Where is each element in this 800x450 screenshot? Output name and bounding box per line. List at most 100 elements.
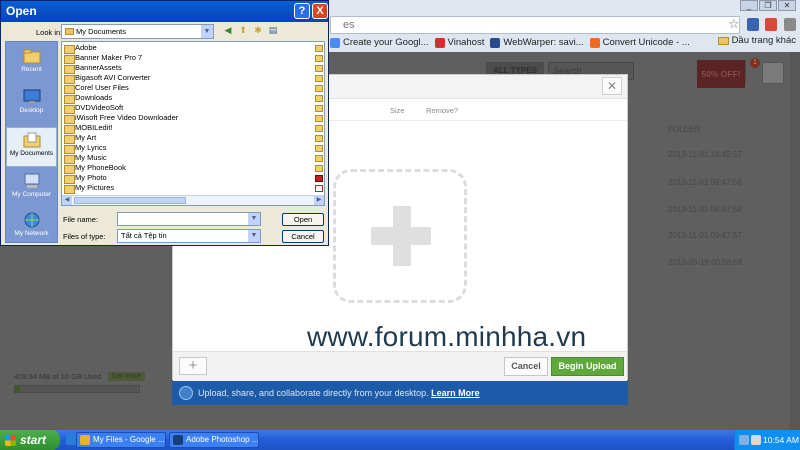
dialog-close-button[interactable]: X <box>312 3 328 19</box>
network-tray-icon[interactable] <box>739 435 749 445</box>
date-cell: 2013-11-01 09:47:57 <box>668 231 742 240</box>
bookmark-item[interactable]: Create your Googl... <box>330 37 429 48</box>
folder-icon <box>315 95 323 102</box>
begin-upload-button[interactable]: Begin Upload <box>551 357 624 376</box>
avatar[interactable] <box>762 62 784 84</box>
scroll-left-icon[interactable]: ◀ <box>62 196 72 205</box>
list-item[interactable]: Bigasoft AVI Converter <box>64 73 150 84</box>
dialog-titlebar[interactable]: Open ? X <box>1 1 328 22</box>
learn-more-link[interactable]: Learn More <box>431 388 480 398</box>
windows-logo-icon <box>5 435 16 446</box>
list-item[interactable]: BannerAssets <box>64 63 122 74</box>
upload-dropzone[interactable] <box>333 169 467 303</box>
documents-folder-icon <box>23 132 40 148</box>
add-files-button[interactable]: + <box>179 357 207 375</box>
menu-icon[interactable] <box>784 18 796 31</box>
quota-text: 409.94 MB of 10 GB Used <box>14 372 102 381</box>
file-type-value: Tất cả Tệp tin <box>121 231 167 240</box>
folder-icon <box>315 55 323 62</box>
list-item[interactable]: iWisoft Free Video Downloader <box>64 113 178 124</box>
list-item[interactable]: MOBILedit! <box>64 123 113 134</box>
open-file-dialog: Open ? X Look in: My Documents ▼ ◀ ⬆ ✱ ▤… <box>0 0 329 246</box>
file-name-field[interactable]: ▼ <box>117 212 261 226</box>
quota-progress-bar <box>14 385 140 393</box>
upgrade-button[interactable]: Get more <box>107 372 145 381</box>
bookmark-item[interactable]: Convert Unicode - ... <box>589 37 690 48</box>
desktop-app-promo: Upload, share, and collaborate directly … <box>172 381 628 405</box>
close-icon[interactable]: ✕ <box>778 0 796 11</box>
task-button-browser[interactable]: My Files - Google ... <box>76 432 166 448</box>
promo-text: Upload, share, and collaborate directly … <box>198 388 432 398</box>
list-item[interactable]: My Photo <box>64 173 107 184</box>
bookmark-icon <box>330 37 340 48</box>
up-folder-icon[interactable]: ⬆ <box>237 25 249 37</box>
extension-icon[interactable] <box>765 18 777 31</box>
look-in-value: My Documents <box>76 27 127 36</box>
cancel-button[interactable]: Cancel <box>504 357 548 376</box>
restore-icon[interactable]: ❐ <box>759 0 777 11</box>
chevron-down-icon[interactable]: ▼ <box>248 213 260 225</box>
other-bookmarks-folder[interactable]: Dầu trang khác <box>717 35 796 46</box>
place-my-documents[interactable]: My Documents <box>6 127 57 167</box>
place-desktop[interactable]: Desktop <box>6 85 57 125</box>
place-my-computer[interactable]: My Computer <box>6 169 57 209</box>
back-icon[interactable]: ◀ <box>222 25 234 37</box>
start-button[interactable]: start <box>0 430 60 450</box>
place-my-network[interactable]: My Network <box>6 208 57 248</box>
list-item[interactable]: My Lyrics <box>64 143 106 154</box>
list-item[interactable]: My Pictures <box>64 183 114 194</box>
list-item[interactable]: My Art <box>64 133 96 144</box>
list-item[interactable]: My Music <box>64 153 107 164</box>
folder-icon <box>315 85 323 92</box>
date-cell: 2013-11-01 14:45:57 <box>668 150 742 159</box>
place-recent[interactable]: Recent <box>6 44 57 84</box>
bookmark-item[interactable]: Vinahost <box>434 37 484 48</box>
modal-close-button[interactable]: ✕ <box>602 77 622 95</box>
scroll-right-icon[interactable]: ▶ <box>314 196 324 205</box>
chevron-down-icon: ▼ <box>248 230 260 242</box>
clock[interactable]: 10:54 AM <box>763 435 799 445</box>
horizontal-scrollbar[interactable]: ◀ ▶ <box>62 195 324 205</box>
extension-icon[interactable] <box>747 18 759 31</box>
file-icon <box>315 175 323 182</box>
task-button-photoshop[interactable]: Adobe Photoshop ... <box>169 432 259 448</box>
help-button[interactable]: ? <box>294 3 310 19</box>
photoshop-icon <box>173 435 183 445</box>
folder-icon <box>315 135 323 142</box>
file-icon <box>315 185 323 192</box>
bookmark-item[interactable]: WebWarper: savi... <box>490 37 584 48</box>
volume-tray-icon[interactable] <box>751 435 761 445</box>
folder-icon <box>315 75 323 82</box>
offer-button[interactable]: 50% OFF! <box>697 60 745 88</box>
list-item[interactable]: Corel User Files <box>64 83 129 94</box>
page-scrollbar[interactable] <box>790 52 800 430</box>
file-name-label: File name: <box>63 215 99 224</box>
folder-icon <box>717 36 729 45</box>
bookmark-star-icon[interactable]: ☆ <box>728 17 740 32</box>
date-cell: 2013-11-01 09:47:58 <box>668 178 742 187</box>
list-item[interactable]: My PhoneBook <box>64 163 126 174</box>
dialog-cancel-button[interactable]: Cancel <box>282 230 324 243</box>
places-bar: Recent Desktop My Documents My Computer … <box>5 41 58 243</box>
open-button[interactable]: Open <box>282 213 324 226</box>
cloud-icon <box>179 386 193 400</box>
file-list[interactable]: Adobe Banner Maker Pro 7 BannerAssets Bi… <box>61 41 325 206</box>
network-icon <box>24 212 39 228</box>
list-item[interactable]: Adobe <box>64 43 97 54</box>
view-menu-icon[interactable]: ▤ <box>267 25 279 37</box>
system-tray: 10:54 AM <box>734 430 800 450</box>
column-remove: Remove? <box>426 106 459 115</box>
minimize-icon[interactable]: _ <box>740 0 758 11</box>
new-folder-icon[interactable]: ✱ <box>252 25 264 37</box>
list-item[interactable]: Downloads <box>64 93 112 104</box>
address-bar[interactable]: es <box>330 16 740 34</box>
list-item[interactable]: DVDVideoSoft <box>64 103 123 114</box>
look-in-dropdown[interactable]: My Documents ▼ <box>61 24 214 39</box>
bookmark-icon <box>434 37 445 48</box>
file-type-select[interactable]: Tất cả Tệp tin ▼ <box>117 229 261 243</box>
list-item[interactable]: Banner Maker Pro 7 <box>64 53 142 64</box>
scroll-thumb[interactable] <box>74 197 186 204</box>
dialog-toolbar: ◀ ⬆ ✱ ▤ <box>222 25 279 37</box>
date-cell: FOLDER <box>668 125 701 134</box>
watermark-text: www.forum.minhha.vn <box>307 321 587 352</box>
